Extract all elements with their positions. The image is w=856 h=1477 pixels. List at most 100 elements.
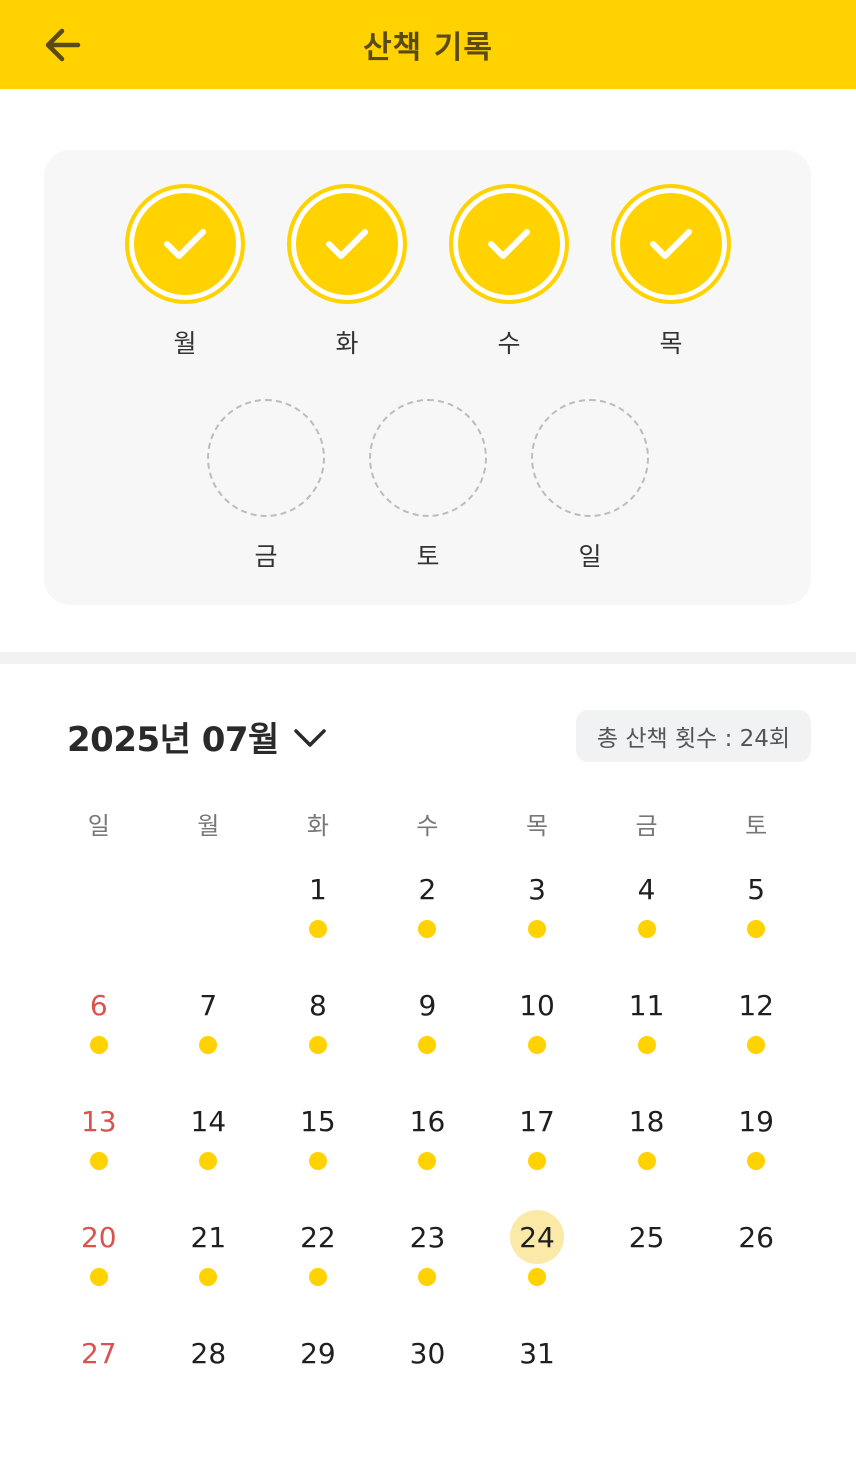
- calendar-day-cell[interactable]: 12: [701, 978, 811, 1078]
- date-button[interactable]: 31: [510, 1326, 564, 1380]
- calendar-day-cell[interactable]: 11: [592, 978, 702, 1078]
- date-number: 30: [409, 1336, 446, 1370]
- calendar-day-cell[interactable]: 1: [263, 862, 373, 962]
- arrow-left-icon: [45, 28, 81, 62]
- date-button[interactable]: 2: [400, 862, 454, 916]
- calendar-day-cell[interactable]: 10: [482, 978, 592, 1078]
- date-button[interactable]: 9: [400, 978, 454, 1032]
- date-button[interactable]: 13: [72, 1094, 126, 1148]
- date-number: 9: [418, 988, 437, 1022]
- date-number: 29: [300, 1336, 336, 1370]
- date-button[interactable]: 10: [510, 978, 564, 1032]
- date-number: 17: [519, 1104, 555, 1138]
- calendar-day-cell[interactable]: 30: [373, 1326, 483, 1426]
- date-number: 1: [308, 872, 327, 906]
- date-button[interactable]: 15: [291, 1094, 345, 1148]
- calendar-day-cell[interactable]: 21: [154, 1210, 264, 1310]
- calendar-day-cell[interactable]: 2: [373, 862, 483, 962]
- date-button[interactable]: 20: [72, 1210, 126, 1264]
- date-number: 24: [519, 1220, 555, 1254]
- date-button[interactable]: 11: [620, 978, 674, 1032]
- calendar-day-cell[interactable]: 22: [263, 1210, 373, 1310]
- calendar-day-cell[interactable]: 20: [44, 1210, 154, 1310]
- weekday-progress-item: 수: [448, 184, 570, 364]
- app-header: 산책 기록: [0, 0, 856, 89]
- date-button[interactable]: 19: [729, 1094, 783, 1148]
- calendar-day-cell[interactable]: 14: [154, 1094, 264, 1194]
- date-button[interactable]: 25: [620, 1210, 674, 1264]
- weekday-progress-label: 금: [254, 542, 278, 571]
- date-button[interactable]: 4: [620, 862, 674, 916]
- total-walk-count-badge: 총 산책 횟수 : 24회: [576, 710, 811, 762]
- calendar-day-cell[interactable]: 25: [592, 1210, 702, 1310]
- date-button[interactable]: 7: [181, 978, 235, 1032]
- date-button[interactable]: 3: [510, 862, 564, 916]
- date-number: 2: [418, 872, 437, 906]
- date-button[interactable]: 18: [620, 1094, 674, 1148]
- walk-record-dot: [637, 1152, 656, 1170]
- weekday-progress-item: 화: [286, 184, 408, 364]
- date-number: 26: [738, 1220, 774, 1254]
- walk-record-dot: [89, 1268, 108, 1286]
- calendar-day-cell[interactable]: 17: [482, 1094, 592, 1194]
- walk-record-dot: [418, 920, 437, 938]
- calendar-day-cell[interactable]: 13: [44, 1094, 154, 1194]
- calendar-day-cell[interactable]: 3: [482, 862, 592, 962]
- calendar-day-cell[interactable]: 24: [482, 1210, 592, 1310]
- calendar-day-cell[interactable]: 19: [701, 1094, 811, 1194]
- date-number: 15: [300, 1104, 336, 1138]
- date-button[interactable]: 1: [291, 862, 345, 916]
- today-highlight[interactable]: 24: [510, 1210, 565, 1264]
- calendar-day-cell[interactable]: 31: [482, 1326, 592, 1426]
- weekday-header-label: 일: [87, 812, 110, 840]
- date-number: 10: [519, 988, 555, 1022]
- calendar-day-cell[interactable]: 23: [373, 1210, 483, 1310]
- date-button[interactable]: 16: [400, 1094, 454, 1148]
- calendar-empty-cell: [701, 1326, 811, 1426]
- calendar-day-cell[interactable]: 5: [701, 862, 811, 962]
- walk-record-dot: [528, 1152, 547, 1170]
- date-button[interactable]: 6: [72, 978, 126, 1032]
- calendar-week-row: 6 7 8 9 10 11 12: [44, 978, 811, 1078]
- calendar-day-cell[interactable]: 16: [373, 1094, 483, 1194]
- date-button[interactable]: 5: [729, 862, 783, 916]
- date-button[interactable]: 26: [729, 1210, 783, 1264]
- calendar-day-cell[interactable]: 7: [154, 978, 264, 1078]
- date-button[interactable]: 28: [181, 1326, 235, 1380]
- date-button[interactable]: 17: [510, 1094, 564, 1148]
- weekday-header-label: 토: [745, 812, 768, 840]
- pending-day-circle: [369, 399, 487, 517]
- date-button[interactable]: 14: [181, 1094, 235, 1148]
- back-button[interactable]: [36, 22, 88, 68]
- walk-record-dot: [308, 1036, 327, 1054]
- date-number: 21: [190, 1220, 227, 1254]
- date-button[interactable]: 29: [291, 1326, 345, 1380]
- month-label: 2025년 07월: [67, 719, 279, 760]
- date-button[interactable]: 12: [729, 978, 783, 1032]
- date-button[interactable]: 30: [400, 1326, 454, 1380]
- date-button[interactable]: 21: [181, 1210, 235, 1264]
- calendar-day-cell[interactable]: 18: [592, 1094, 702, 1194]
- month-selector[interactable]: 2025년 07월: [67, 712, 327, 760]
- calendar-day-cell[interactable]: 29: [263, 1326, 373, 1426]
- calendar-day-cell[interactable]: 26: [701, 1210, 811, 1310]
- date-number: 5: [747, 872, 766, 906]
- calendar-day-cell[interactable]: 15: [263, 1094, 373, 1194]
- walk-record-dot: [747, 1152, 766, 1170]
- calendar-day-cell[interactable]: 28: [154, 1326, 264, 1426]
- calendar-day-cell[interactable]: 9: [373, 978, 483, 1078]
- date-button[interactable]: 22: [291, 1210, 345, 1264]
- calendar-day-cell[interactable]: 6: [44, 978, 154, 1078]
- walk-record-dot: [637, 920, 656, 938]
- date-button[interactable]: 8: [291, 978, 345, 1032]
- check-icon: [488, 229, 530, 259]
- date-button[interactable]: 27: [72, 1326, 126, 1380]
- calendar-day-cell[interactable]: 4: [592, 862, 702, 962]
- date-number: 6: [89, 988, 108, 1022]
- walk-record-dot: [199, 1268, 218, 1286]
- calendar-empty-cell: [44, 862, 154, 962]
- date-button[interactable]: 23: [400, 1210, 454, 1264]
- calendar-day-cell[interactable]: 27: [44, 1326, 154, 1426]
- calendar-day-cell[interactable]: 8: [263, 978, 373, 1078]
- section-divider: [0, 652, 856, 664]
